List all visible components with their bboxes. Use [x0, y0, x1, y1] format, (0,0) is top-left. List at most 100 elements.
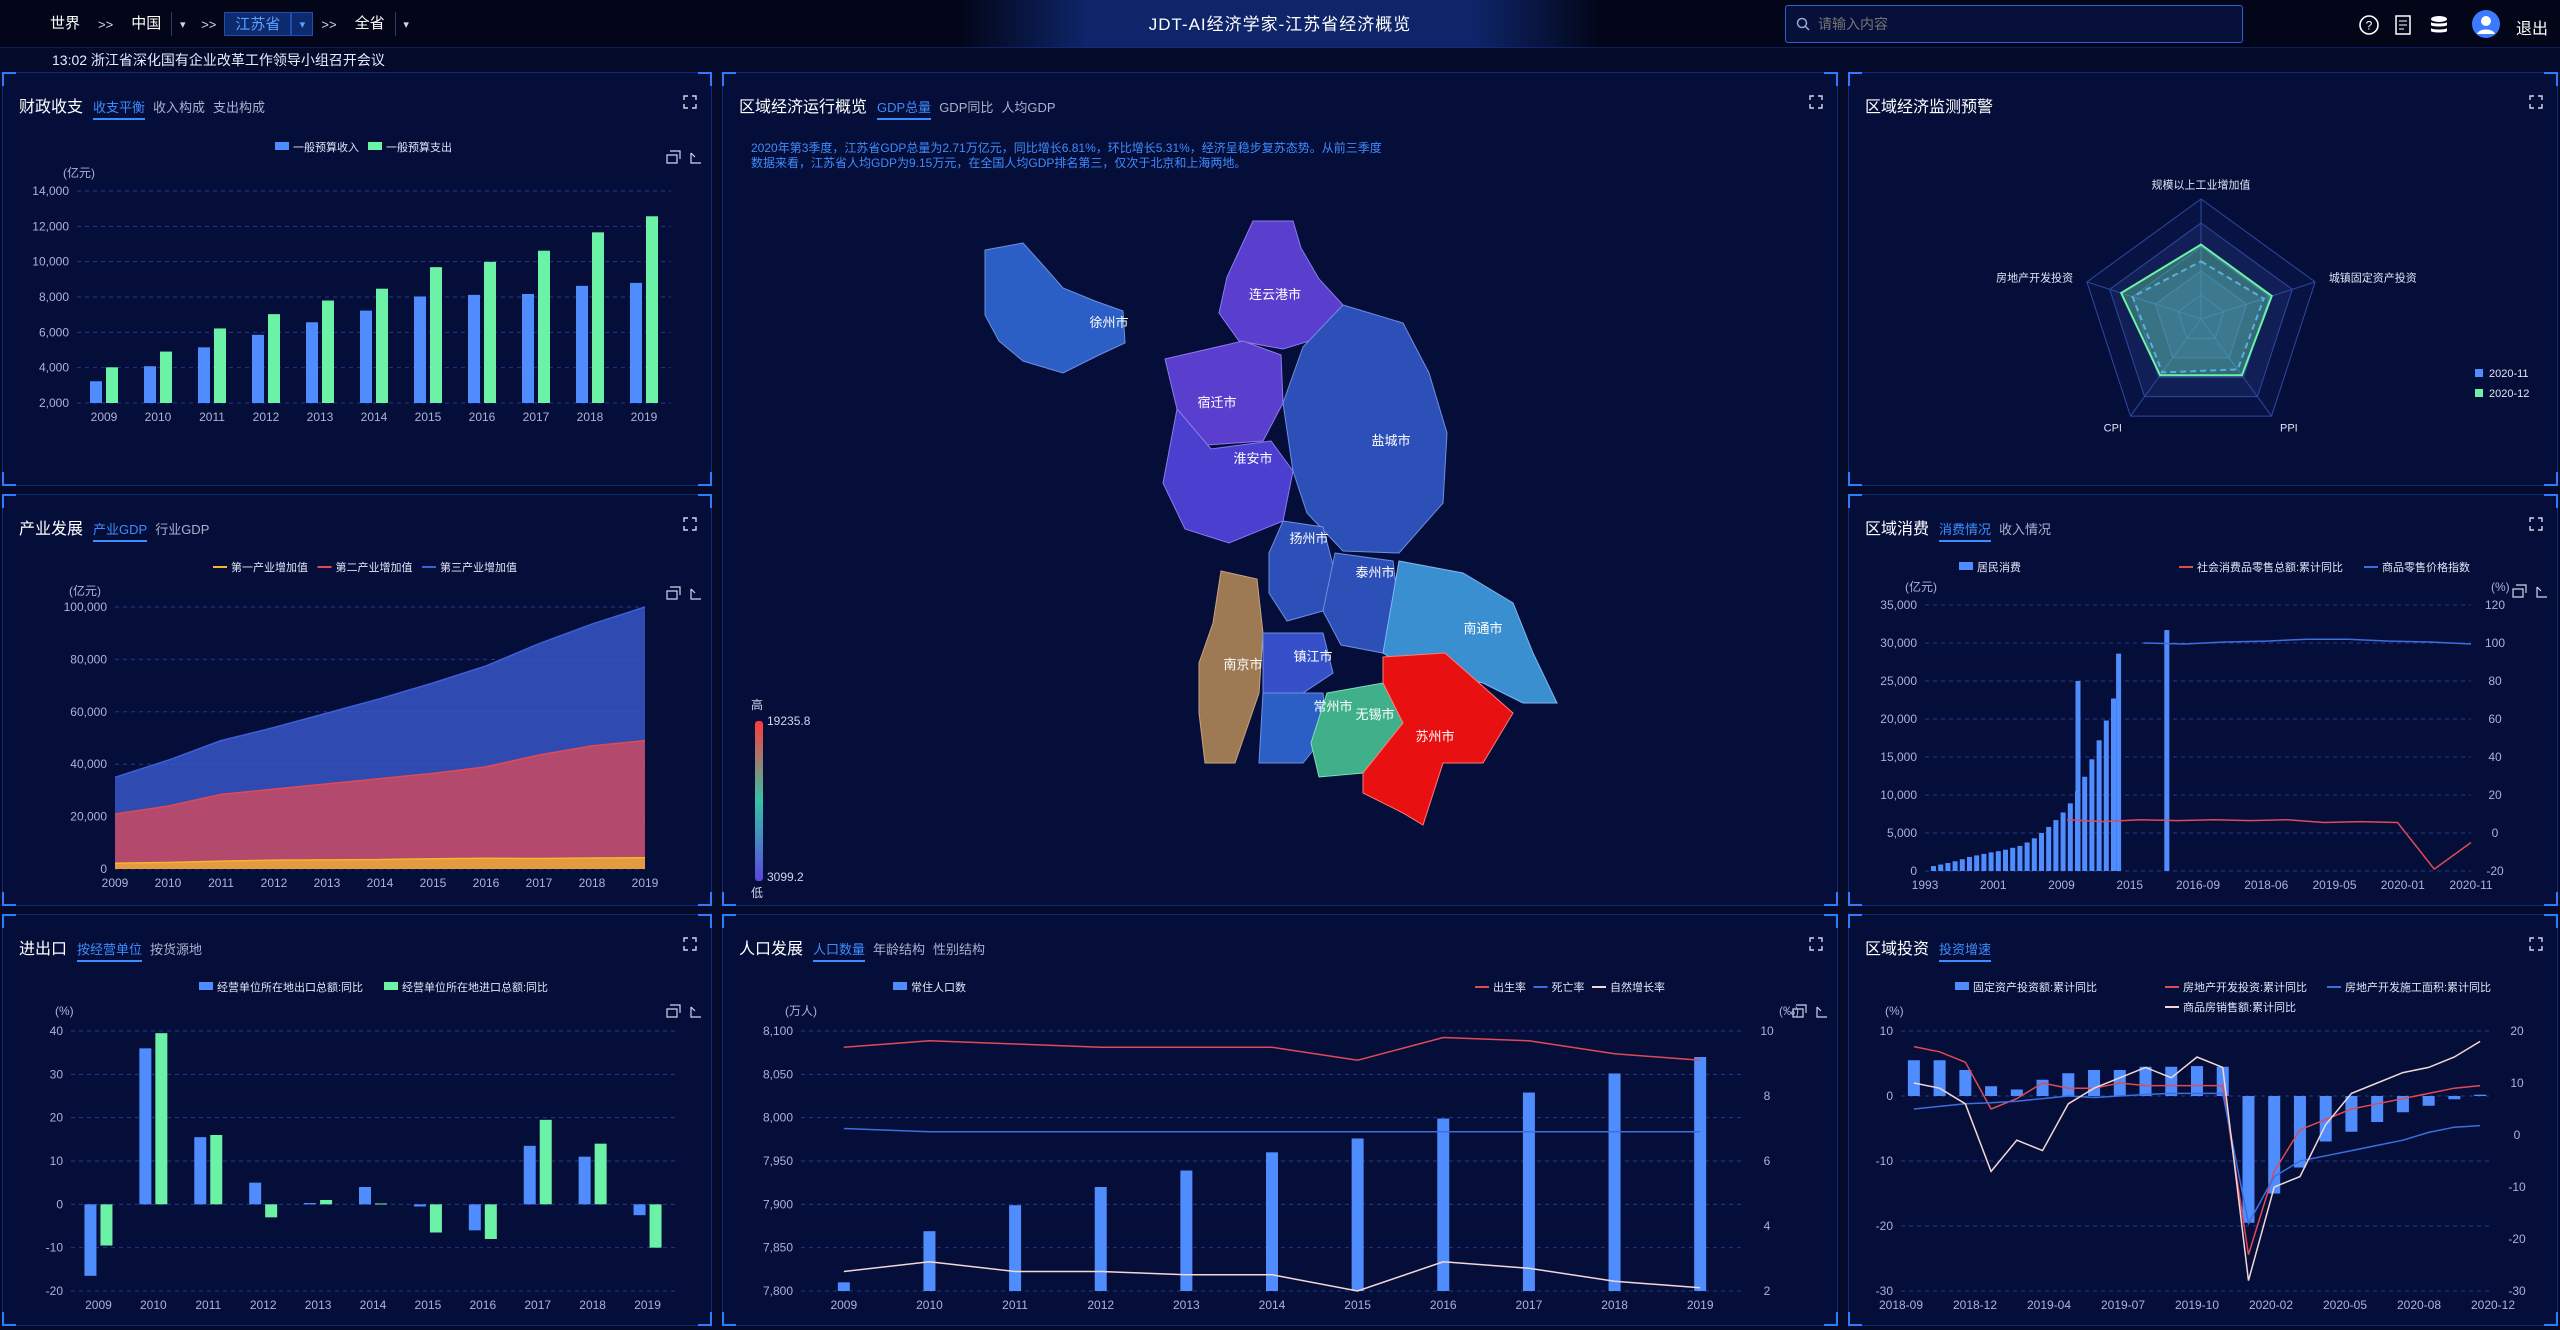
page-title: JDT-AI经济学家-江苏省经济概览	[1148, 15, 1412, 34]
tab-consumption[interactable]: 消费情况	[1939, 519, 1992, 542]
x-tick-label: 2011	[199, 410, 225, 424]
tab-invest-growth[interactable]: 投资增速	[1939, 939, 1992, 962]
bar	[1959, 1070, 1972, 1096]
legend-label: 经营单位所在地出口总额:同比	[217, 981, 363, 994]
bar	[2082, 776, 2088, 871]
chevron-down-icon[interactable]: ▾	[171, 12, 193, 36]
nav-province-select[interactable]: 江苏省	[224, 12, 292, 36]
y-tick-label: 35,000	[1880, 598, 1917, 612]
bar	[359, 1187, 371, 1205]
x-tick-label: 2011	[195, 1298, 221, 1312]
bar	[2111, 698, 2116, 871]
bar	[90, 381, 102, 403]
nav-all[interactable]: 全省	[345, 12, 395, 36]
search-box[interactable]	[1785, 5, 2243, 43]
bar	[2017, 845, 2023, 871]
expand-icon[interactable]	[2529, 517, 2543, 531]
restore-icon	[690, 588, 701, 600]
legend-label: 自然增长率	[1610, 981, 1665, 994]
user-avatar-icon[interactable]	[2472, 10, 2500, 38]
bar	[2448, 1096, 2461, 1100]
x-tick-label: 2014	[1259, 1298, 1286, 1312]
tab-industry-gdp[interactable]: 产业GDP	[93, 519, 148, 542]
legend-swatch	[368, 142, 382, 150]
expand-icon[interactable]	[683, 937, 697, 951]
bar	[1009, 1205, 1022, 1291]
bar	[1522, 1092, 1535, 1291]
y-tick-label: 8,050	[763, 1067, 793, 1081]
bar	[268, 314, 280, 403]
bar	[429, 1204, 442, 1233]
consumption-chart: 居民消费 社会消费品零售总额:累计同比 商品零售价格指数 (亿元) (%) 0 5,000 1…	[1880, 561, 2547, 892]
expand-icon[interactable]	[2529, 95, 2543, 109]
x-tick-label: 2014	[361, 410, 388, 424]
map-region-yancheng[interactable]	[1282, 304, 1448, 554]
bar	[2053, 820, 2059, 871]
bar	[1694, 1057, 1707, 1291]
legend-label: 经营单位所在地进口总额:同比	[402, 981, 548, 994]
tab-balance[interactable]: 收支平衡	[93, 97, 146, 120]
bar	[376, 288, 388, 403]
bar	[2164, 630, 2170, 871]
expand-icon[interactable]	[1809, 937, 1823, 951]
tab-by-source[interactable]: 按货源地	[150, 939, 202, 958]
x-tick-label: 2015	[415, 1298, 442, 1312]
y-tick-label: 0	[56, 1197, 63, 1211]
legend-swatch	[199, 982, 213, 990]
tab-pop-count[interactable]: 人口数量	[813, 939, 866, 962]
bar	[2268, 1096, 2281, 1194]
help-icon[interactable]: ?	[2358, 14, 2380, 36]
nav-separator: >>	[321, 16, 337, 32]
bar	[594, 1143, 607, 1205]
radar-indicator-label: 房地产开发投资	[1996, 270, 2073, 284]
x-tick-label: 2010	[155, 876, 182, 890]
series-line	[843, 1036, 1701, 1062]
nav-world[interactable]: 世界	[40, 12, 90, 36]
chevron-down-icon[interactable]: ▾	[394, 12, 417, 36]
search-input[interactable]	[1818, 10, 2218, 38]
database-icon[interactable]	[2428, 14, 2450, 36]
x-tick-label: 2018-12	[1953, 1298, 1997, 1312]
y-tick-label: 7,950	[763, 1154, 793, 1168]
city-label: 淮安市	[1233, 451, 1272, 466]
tab-income-status[interactable]: 收入情况	[1999, 519, 2051, 538]
city-label: 泰州市	[1355, 565, 1394, 580]
city-label: 扬州市	[1289, 531, 1328, 546]
expand-icon[interactable]	[2529, 937, 2543, 951]
legend-label: 房地产开发施工面积:累计同比	[2345, 981, 2491, 994]
y-tick-label: 20,000	[1880, 712, 1917, 726]
tab-age[interactable]: 年龄结构	[873, 939, 925, 958]
x-tick-label: 2014	[360, 1298, 387, 1312]
y-tick-label: 6,000	[39, 325, 69, 339]
nav-china[interactable]: 中国	[121, 12, 171, 36]
chevron-down-icon[interactable]: ▾	[291, 12, 314, 36]
radar-indicator-label: 城镇固定资产投资	[2329, 270, 2417, 284]
news-ticker[interactable]: 13:02 浙江省深化国有企业改革工作领导小组召开会议	[52, 50, 385, 70]
tab-expense[interactable]: 支出构成	[213, 97, 265, 116]
x-tick-label: 2001	[1980, 878, 2007, 892]
series-line	[2066, 818, 2472, 871]
logout-button[interactable]: 退出	[2516, 15, 2548, 39]
y-tick-label: 120	[2485, 598, 2505, 612]
tab-gender[interactable]: 性别结构	[933, 939, 985, 958]
bar	[430, 267, 442, 403]
bar	[144, 366, 156, 403]
map-region-xuzhou[interactable]	[984, 242, 1126, 374]
legend-swatch	[893, 982, 907, 990]
y-tick-label: 0	[1886, 1089, 1893, 1103]
x-tick-label: 2020-01	[2381, 878, 2425, 892]
bar	[1938, 864, 1944, 871]
y-axis-unit-right: (%)	[2491, 580, 2510, 594]
y-tick-label: 8,000	[39, 290, 69, 304]
tab-income[interactable]: 收入构成	[153, 97, 205, 116]
tab-by-operator[interactable]: 按经营单位	[77, 939, 143, 962]
report-icon[interactable]	[2392, 14, 2414, 36]
bar	[1981, 853, 1987, 871]
x-tick-label: 2020-05	[2323, 1298, 2367, 1312]
legend-label: 社会消费品零售总额:累计同比	[2197, 561, 2343, 574]
expand-icon[interactable]	[683, 95, 697, 109]
expand-icon[interactable]	[683, 517, 697, 531]
legend-label: 房地产开发投资:累计同比	[2183, 981, 2307, 994]
tab-sector-gdp[interactable]: 行业GDP	[155, 519, 209, 538]
population-chart: 常住人口数 出生率 死亡率 自然增长率 (万人) (‰) 7,800 7,850 7,900 7,…	[763, 981, 1827, 1312]
